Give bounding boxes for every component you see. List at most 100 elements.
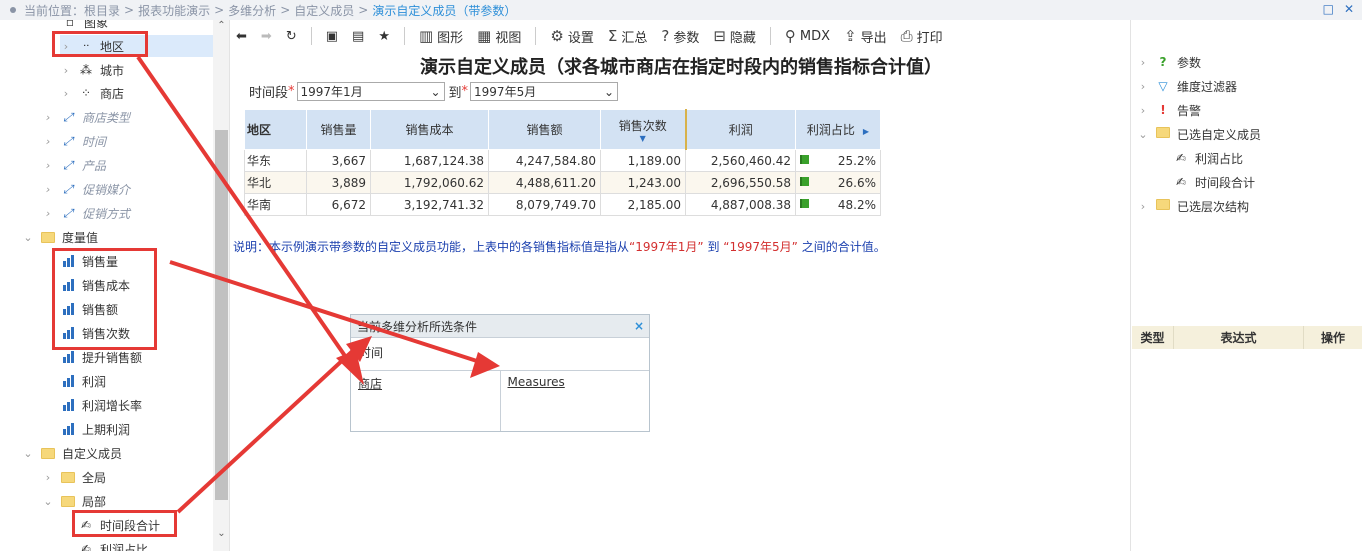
chevron-right-icon[interactable]: › xyxy=(42,111,54,124)
chevron-right-icon[interactable]: › xyxy=(42,471,54,484)
col-header[interactable]: 销售成本 xyxy=(370,109,489,150)
tree-item-period-total[interactable]: ✍ 时间段合计 xyxy=(78,514,160,536)
chevron-right-icon[interactable]: › xyxy=(42,135,54,148)
bar-chart-icon xyxy=(60,302,76,316)
table-row: 华北 3,889 1,792,060.62 4,488,611.20 1,243.00 2… xyxy=(244,171,881,194)
chevron-right-icon[interactable]: › xyxy=(60,64,72,77)
params-button[interactable]: ? 参数 xyxy=(661,27,699,46)
maximize-icon[interactable]: □ xyxy=(1323,2,1334,16)
scroll-up-icon[interactable]: ⌃ xyxy=(213,20,229,31)
tree-item-custom-folder[interactable]: ⌄ 自定义成员 xyxy=(22,442,122,464)
right-item-profit-ratio[interactable]: ✍ 利润占比 xyxy=(1173,147,1243,169)
chevron-down-icon[interactable]: ⌄ xyxy=(22,231,34,244)
tree-item-dimension[interactable]: › ⤢ 促销媒介 xyxy=(42,178,130,200)
chevron-down-icon[interactable]: ⌄ xyxy=(42,495,54,508)
sigma-icon: Σ xyxy=(607,27,618,45)
chevron-right-icon[interactable]: › xyxy=(42,183,54,196)
forward-icon[interactable]: ➡ xyxy=(261,29,272,44)
chevron-right-icon[interactable]: › xyxy=(1137,200,1149,213)
tree-item-region[interactable]: › ᐧᐧ 地区 xyxy=(60,35,213,57)
table-cell: 25.2% xyxy=(795,149,881,172)
custom-member-icon: ✍ xyxy=(80,518,92,532)
tree-item-dimension[interactable]: › ⤢ 促销方式 xyxy=(42,202,130,224)
close-icon[interactable]: ✕ xyxy=(1344,2,1354,16)
scroll-thumb[interactable] xyxy=(215,130,228,500)
right-item-selected-custom[interactable]: ⌄ 已选自定义成员 xyxy=(1137,123,1261,145)
col-header[interactable]: 销售额 xyxy=(488,109,601,150)
breadcrumb-prefix: 当前位置： xyxy=(24,3,85,18)
save-as-icon[interactable]: ▤ xyxy=(352,29,364,44)
tree-item-dimension[interactable]: › ⤢ 商店类型 xyxy=(42,106,130,128)
view-button[interactable]: ▦ 视图 xyxy=(477,27,521,46)
sort-down-icon: ▼ xyxy=(639,133,646,143)
summary-button[interactable]: Σ 汇总 xyxy=(608,27,648,46)
chevron-right-icon[interactable]: › xyxy=(60,87,72,100)
tree-item-measure[interactable]: 上期利润 xyxy=(60,418,130,440)
tree-item-store[interactable]: › ⁘ 商店 xyxy=(60,82,124,104)
tree-item-measure[interactable]: 提升销售额 xyxy=(60,346,142,368)
tree-item-measures-folder[interactable]: ⌄ 度量值 xyxy=(22,226,98,248)
row-header[interactable]: 华北 xyxy=(244,171,307,194)
tree-item-global[interactable]: › 全局 xyxy=(42,466,106,488)
refresh-icon[interactable]: ↻ xyxy=(286,29,297,44)
chevron-right-icon[interactable]: › xyxy=(42,159,54,172)
settings-button[interactable]: ⚙ 设置 xyxy=(550,27,593,46)
tree-item-local[interactable]: ⌄ 局部 xyxy=(42,490,106,512)
col-header[interactable]: 利润 xyxy=(685,109,796,150)
scroll-down-icon[interactable]: ⌄ xyxy=(213,528,229,539)
tree-item-measure[interactable]: 利润增长率 xyxy=(60,394,142,416)
tree-item-city[interactable]: › ⁂ 城市 xyxy=(60,59,124,81)
right-item-period-total[interactable]: ✍ 时间段合计 xyxy=(1173,171,1255,193)
left-scrollbar[interactable]: ⌃ ⌄ xyxy=(213,20,229,551)
col-header-sorted[interactable]: 销售次数 ▼ xyxy=(600,109,687,150)
tree-item-measure[interactable]: 销售次数 xyxy=(60,322,130,344)
breadcrumb-item[interactable]: 报表功能演示 xyxy=(138,2,210,19)
chart-button[interactable]: ▥ 图形 xyxy=(419,27,463,46)
tree-item-dimension[interactable]: › ⤢ 产品 xyxy=(42,154,106,176)
from-select[interactable]: 1997年1月 ⌄ xyxy=(296,82,445,101)
tree-item-measure[interactable]: 销售成本 xyxy=(60,274,130,296)
right-item-alert[interactable]: ›! 告警 xyxy=(1137,99,1201,121)
to-select[interactable]: 1997年5月 ⌄ xyxy=(470,82,619,101)
right-item-filter[interactable]: › ▽ 维度过滤器 xyxy=(1137,75,1237,97)
tree-item-partial[interactable]: ▫ 图象 xyxy=(62,20,108,33)
breadcrumb-item[interactable]: 自定义成员 xyxy=(294,2,354,19)
mdx-button[interactable]: ⚲ MDX xyxy=(785,27,830,45)
col-header[interactable]: 销售量 xyxy=(306,109,371,150)
tree-item-profit-ratio[interactable]: ✍ 利润占比 xyxy=(78,538,148,551)
chevron-right-icon[interactable]: › xyxy=(1137,80,1149,93)
print-button[interactable]: ⎙ 打印 xyxy=(901,27,943,46)
right-item-selected-hier[interactable]: › 已选层次结构 xyxy=(1137,195,1249,217)
back-icon[interactable]: ⬅ xyxy=(236,29,247,44)
breadcrumb-item[interactable]: 多维分析 xyxy=(228,2,276,19)
table-cell: 2,696,550.58 xyxy=(685,171,796,194)
close-icon[interactable]: × xyxy=(634,319,644,333)
chevron-right-icon[interactable]: › xyxy=(1137,104,1149,117)
row-header[interactable]: 华南 xyxy=(244,193,307,216)
chevron-right-icon[interactable]: › xyxy=(60,40,72,53)
save-icon[interactable]: ▣ xyxy=(326,29,338,44)
to-label: 到 xyxy=(448,86,462,101)
col-header[interactable]: 地区 xyxy=(244,109,307,150)
dialog-rows-axis[interactable]: 商店 xyxy=(351,371,501,431)
breadcrumb-item[interactable]: 根目录 xyxy=(84,2,120,19)
tree-item-measure[interactable]: 销售量 xyxy=(60,250,118,272)
col-operation: 操作 xyxy=(1304,326,1362,349)
chevron-right-icon[interactable]: › xyxy=(42,207,54,220)
chevron-down-icon[interactable]: ⌄ xyxy=(1137,128,1149,141)
row-header[interactable]: 华东 xyxy=(244,149,307,172)
tree-item-measure[interactable]: 利润 xyxy=(60,370,106,392)
export-button[interactable]: ⇪ 导出 xyxy=(844,27,887,46)
chevron-right-icon[interactable]: › xyxy=(1137,56,1149,69)
dialog-row-time[interactable]: 时间 xyxy=(351,338,649,371)
hide-button[interactable]: ⊟ 隐藏 xyxy=(713,27,756,46)
tree-item-dimension[interactable]: › ⤢ 时间 xyxy=(42,130,106,152)
tree-item-measure[interactable]: 销售额 xyxy=(60,298,118,320)
dialog-columns-axis[interactable]: Measures xyxy=(501,371,650,431)
alert-icon: ! xyxy=(1160,103,1166,117)
favorite-icon[interactable]: ★ xyxy=(378,29,390,44)
col-header[interactable]: 利润占比 ▶ xyxy=(795,109,881,150)
chevron-down-icon[interactable]: ⌄ xyxy=(22,447,34,460)
period-label: 时间段 xyxy=(249,86,289,101)
right-item-params[interactable]: ›? 参数 xyxy=(1137,51,1201,73)
